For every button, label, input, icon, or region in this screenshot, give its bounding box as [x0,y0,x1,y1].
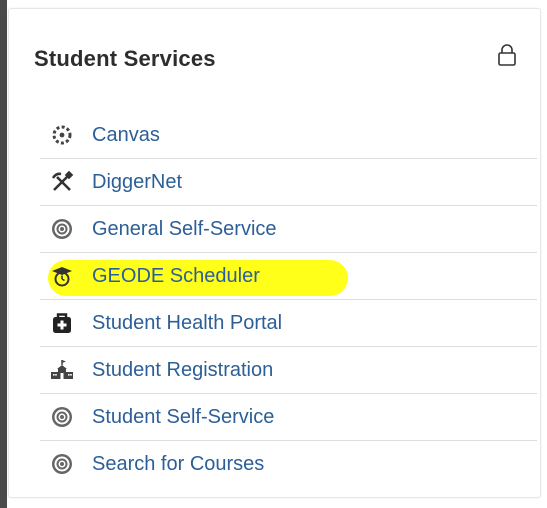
card-title: Student Services [34,46,216,71]
list-item-label: DiggerNet [92,170,183,193]
list-item-label: General Self-Service [92,217,277,240]
graduation-cap-clock-icon [50,264,74,288]
window-edge [0,0,7,508]
list-item-label: Student Self-Service [92,405,275,428]
list-item-label: Search for Courses [92,452,265,475]
list-item-student-health-portal[interactable]: Student Health Portal [40,300,537,347]
pick-shovel-icon [50,170,74,194]
target-icon [50,405,74,429]
target-icon [50,452,74,476]
school-building-icon [50,358,74,382]
list-item-general-self-service[interactable]: General Self-Service [40,206,537,253]
list-item-student-registration[interactable]: Student Registration [40,347,537,394]
list-item-label: GEODE Scheduler [92,264,260,287]
canvas-icon [50,123,74,147]
list-item-student-self-service[interactable]: Student Self-Service [40,394,537,441]
list-item-diggernet[interactable]: DiggerNet [40,159,537,206]
list-item-label: Student Health Portal [92,311,283,334]
target-icon [50,217,74,241]
list-item-search-for-courses[interactable]: Search for Courses [40,441,537,487]
list-item-label: Canvas [92,123,160,146]
lock-icon[interactable] [497,44,517,66]
list-item-label: Student Registration [92,358,274,381]
list-item-canvas[interactable]: Canvas [40,112,537,159]
services-list: Canvas DiggerNet General Self-Service GE… [40,112,537,487]
medical-kit-icon [50,311,74,335]
list-item-geode-scheduler[interactable]: GEODE Scheduler [40,253,537,300]
